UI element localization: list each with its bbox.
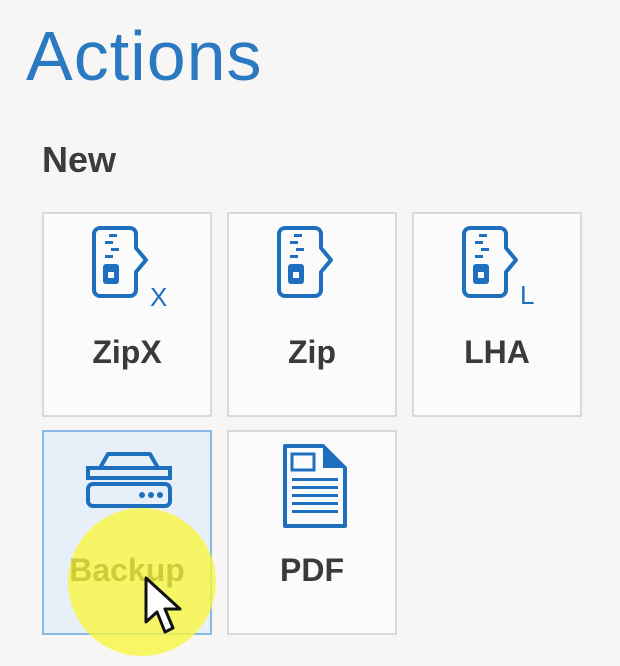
backup-label: Backup xyxy=(69,552,185,588)
pdf-label: PDF xyxy=(280,552,344,588)
zip-tile[interactable]: Zip xyxy=(227,212,397,417)
page-title: Actions xyxy=(26,17,263,95)
pdf-document-icon xyxy=(283,444,347,528)
zip-archive-icon xyxy=(277,226,333,298)
lha-tile[interactable]: L LHA xyxy=(412,212,582,417)
zipx-label: ZipX xyxy=(92,334,162,370)
zipx-archive-icon: X xyxy=(92,226,167,310)
lha-badge-letter: L xyxy=(520,280,534,310)
zip-label: Zip xyxy=(288,334,336,370)
section-heading-new: New xyxy=(42,139,117,180)
zipx-tile[interactable]: X ZipX xyxy=(42,212,212,417)
lha-label: LHA xyxy=(464,334,530,370)
zipx-badge-letter: X xyxy=(150,282,167,310)
pdf-tile[interactable]: PDF xyxy=(227,430,397,635)
backup-drive-icon xyxy=(86,452,172,508)
lha-archive-icon: L xyxy=(462,226,534,310)
backup-tile[interactable]: Backup xyxy=(42,430,212,635)
